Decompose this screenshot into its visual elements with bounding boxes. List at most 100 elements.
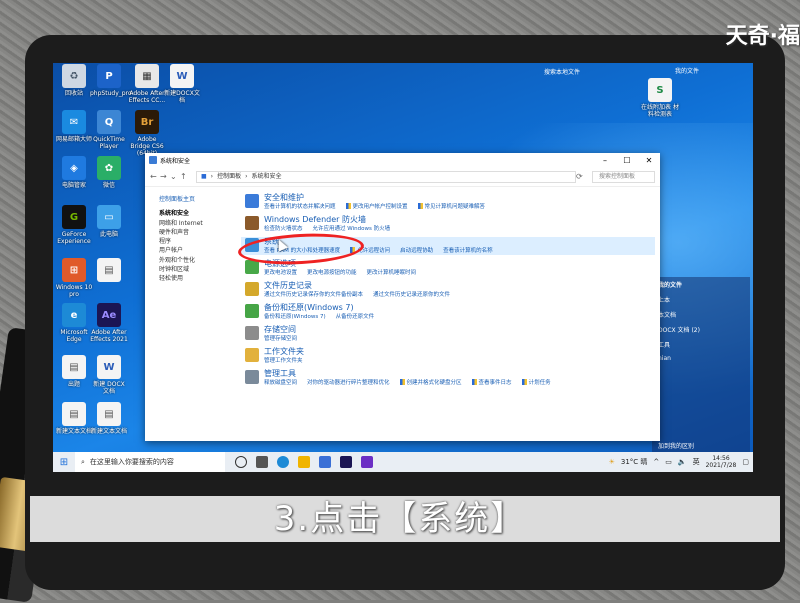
panel-row[interactable]: 上本 bbox=[652, 292, 750, 307]
cortana-icon[interactable] bbox=[235, 456, 247, 468]
nav-home[interactable]: 控制面板主页 bbox=[159, 195, 239, 204]
left-navigation: 控制面板主页 系统和安全 网络和 Internet 硬件和声音 程序 用户帐户 … bbox=[159, 195, 239, 284]
category-link[interactable]: 更改电源按钮的功能 bbox=[307, 269, 357, 277]
category-link[interactable]: 管理工作文件夹 bbox=[264, 357, 303, 365]
window-title: 系统和安全 bbox=[160, 157, 191, 165]
category-link[interactable]: 更改用户帐户控制设置 bbox=[345, 203, 408, 211]
new-docx-icon[interactable]: W 新建 DOCX 文档 bbox=[90, 355, 128, 395]
close-icon[interactable]: ✕ bbox=[638, 156, 660, 165]
nav-network[interactable]: 网络和 Internet bbox=[159, 219, 239, 228]
category-link[interactable]: 更改电池设置 bbox=[264, 269, 297, 277]
premiere-icon[interactable] bbox=[340, 456, 352, 468]
category-title[interactable]: 安全和维护 bbox=[264, 193, 485, 203]
minimize-icon[interactable]: – bbox=[594, 156, 616, 165]
category-link[interactable]: 释放磁盘空间 bbox=[264, 379, 297, 387]
after-effects-2021-icon[interactable]: Ae Adobe After Effects 2021 bbox=[90, 303, 128, 343]
category-link[interactable]: 通过文件历史记录保存你的文件备份副本 bbox=[264, 291, 363, 299]
taskbar: ⊞ ⌕ 在这里输入你要搜索的内容 ☀ 31°C 晴 ^ ▭ 🔈 英 14:56 … bbox=[53, 452, 753, 472]
quicktime-icon[interactable]: Q QuickTime Player bbox=[90, 110, 128, 150]
category-title[interactable]: 工作文件夹 bbox=[264, 347, 304, 357]
category-link[interactable]: 备份和还原(Windows 7) bbox=[264, 313, 326, 321]
windows-start-icon[interactable]: ⊞ bbox=[53, 457, 75, 468]
volume-icon[interactable]: 🔈 bbox=[678, 458, 687, 466]
windows10-icon[interactable]: ⊞ Windows 10 pro bbox=[55, 258, 93, 298]
breadcrumb[interactable]: ■ › 控制面板 › 系统和安全 bbox=[196, 170, 576, 183]
file-icon[interactable]: ▤ bbox=[90, 258, 128, 284]
category-link[interactable]: 通过文件历史记录还原你的文件 bbox=[373, 291, 450, 299]
panel-row[interactable]: DOCX 文档 (2) bbox=[652, 322, 750, 337]
category-link[interactable]: 对你的驱动器进行碎片整理和优化 bbox=[307, 379, 390, 387]
docx-file-icon[interactable]: W 新建DOCX文档 bbox=[163, 64, 201, 104]
app-icon[interactable] bbox=[319, 456, 331, 468]
back-icon[interactable]: ← bbox=[150, 172, 160, 181]
pc-manager-icon[interactable]: ◈ 电脑管家 bbox=[55, 156, 93, 189]
table-file-icon[interactable]: S 在线附加表 材料检测表 bbox=[640, 78, 680, 118]
category-link[interactable]: 检查防火墙状态 bbox=[264, 225, 303, 233]
category-link[interactable]: 创建并格式化硬盘分区 bbox=[399, 379, 462, 387]
task-view-icon[interactable] bbox=[256, 456, 268, 468]
category-link[interactable]: 查看该计算机的名称 bbox=[443, 247, 493, 255]
category-link[interactable]: 从备份还原文件 bbox=[336, 313, 375, 321]
nav-appearance[interactable]: 外观和个性化 bbox=[159, 256, 239, 265]
wechat-icon[interactable]: ✿ 微信 bbox=[90, 156, 128, 189]
category-file-history: 文件历史记录 通过文件历史记录保存你的文件备份副本 通过文件历史记录还原你的文件 bbox=[245, 281, 655, 299]
forward-icon[interactable]: → bbox=[160, 172, 170, 181]
weather-icon[interactable]: ☀ bbox=[609, 458, 615, 466]
category-link[interactable]: 更改计算机睡眠时间 bbox=[367, 269, 417, 277]
category-link[interactable]: 查看事件日志 bbox=[471, 379, 512, 387]
up-icon[interactable]: ↑ bbox=[180, 172, 190, 181]
breadcrumb-item[interactable]: 控制面板 bbox=[217, 172, 241, 182]
weather-text[interactable]: 31°C 晴 bbox=[621, 457, 648, 467]
nav-clock-region[interactable]: 时钟和区域 bbox=[159, 265, 239, 274]
notification-icon[interactable]: ▢ bbox=[742, 458, 749, 466]
search-input[interactable]: 搜索控制面板 bbox=[592, 170, 655, 183]
geforce-icon[interactable]: G GeForce Experience bbox=[55, 205, 93, 245]
clock[interactable]: 14:56 2021/7/28 bbox=[706, 455, 737, 469]
category-link[interactable]: 允许应用通过 Windows 防火墙 bbox=[313, 225, 391, 233]
network-icon[interactable]: ▭ bbox=[665, 458, 672, 466]
category-title[interactable]: 备份和还原(Windows 7) bbox=[264, 303, 374, 313]
taskbar-search[interactable]: ⌕ 在这里输入你要搜索的内容 bbox=[75, 452, 225, 472]
nav-system-security[interactable]: 系统和安全 bbox=[159, 209, 239, 218]
recycle-bin-icon[interactable]: ♻ 回收站 bbox=[55, 64, 93, 97]
category-link[interactable]: 计划任务 bbox=[521, 379, 551, 387]
panel-row[interactable]: 工具 bbox=[652, 337, 750, 352]
category-title[interactable]: 文件历史记录 bbox=[264, 281, 450, 291]
system-tray: ☀ 31°C 晴 ^ ▭ 🔈 英 14:56 2021/7/28 ▢ bbox=[609, 455, 753, 469]
tray-icon[interactable]: ^ bbox=[653, 458, 659, 466]
netease-mail-icon[interactable]: ✉ 网易邮箱大师 bbox=[55, 110, 93, 143]
file-explorer-icon[interactable] bbox=[298, 456, 310, 468]
new-txt-icon-2[interactable]: ▤ 新建文本文档 bbox=[90, 402, 128, 435]
panel-title: 我的文件 bbox=[658, 282, 683, 289]
app-icon-2[interactable] bbox=[361, 456, 373, 468]
question-file-icon[interactable]: ▤ 出题 bbox=[55, 355, 93, 388]
category-title[interactable]: 管理工具 bbox=[264, 369, 551, 379]
category-link[interactable]: 查看计算机的状态并解决问题 bbox=[264, 203, 336, 211]
panel-row[interactable]: 本文档 bbox=[652, 307, 750, 322]
nav-programs[interactable]: 程序 bbox=[159, 237, 239, 246]
edge-taskbar-icon[interactable] bbox=[277, 456, 289, 468]
after-effects-cc-icon[interactable]: ▦ Adobe After Effects CC... bbox=[128, 64, 166, 104]
new-txt-icon[interactable]: ▤ 新建文本文档 bbox=[55, 402, 93, 435]
category-title[interactable]: Windows Defender 防火墙 bbox=[264, 215, 390, 225]
chevron-down-icon[interactable]: ⌄ bbox=[170, 172, 180, 181]
this-pc-icon[interactable]: ▭ 此电脑 bbox=[90, 205, 128, 238]
refresh-icon[interactable]: ⟳ bbox=[576, 172, 586, 181]
desktop-search-label[interactable]: 搜索本地文件 bbox=[530, 66, 635, 80]
bridge-icon[interactable]: BrAdobe Bridge CS6 (64bit) bbox=[128, 110, 166, 157]
breadcrumb-item[interactable]: 系统和安全 bbox=[252, 172, 282, 182]
nav-hardware[interactable]: 硬件和声音 bbox=[159, 228, 239, 237]
category-storage: 存储空间 管理存储空间 bbox=[245, 325, 655, 343]
maximize-icon[interactable]: ☐ bbox=[616, 156, 638, 165]
nav-user-accounts[interactable]: 用户帐户 bbox=[159, 246, 239, 255]
category-link[interactable]: 管理存储空间 bbox=[264, 335, 297, 343]
phpstudy-icon[interactable]: PphpStudy_pro bbox=[90, 64, 132, 97]
category-title[interactable]: 存储空间 bbox=[264, 325, 297, 335]
category-link[interactable]: 常见计算机问题疑难解答 bbox=[417, 203, 485, 211]
category-link[interactable]: 启动远程协助 bbox=[400, 247, 433, 255]
ime-indicator[interactable]: 英 bbox=[693, 457, 700, 467]
nav-ease-of-access[interactable]: 轻松使用 bbox=[159, 274, 239, 283]
edge-icon[interactable]: e Microsoft Edge bbox=[55, 303, 93, 343]
firewall-icon bbox=[245, 216, 259, 230]
panel-row[interactable]: nian bbox=[652, 352, 750, 365]
